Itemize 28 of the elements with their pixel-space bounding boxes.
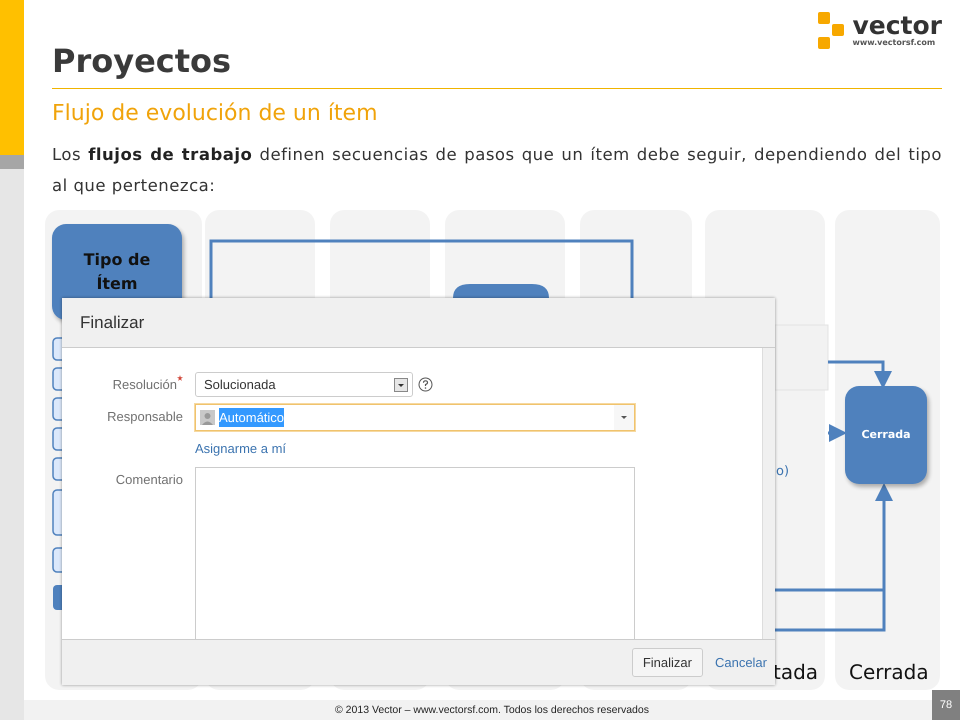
select-field[interactable]: Solucionada <box>195 372 413 397</box>
cancel-link[interactable]: Cancelar <box>714 652 767 672</box>
link-fragment: o) <box>776 463 790 481</box>
connector-arrow <box>828 360 892 389</box>
field-label: Responsable <box>107 408 183 426</box>
footer-text: © 2013 Vector – www.vectorsf.com. Todos los derechos reservados <box>335 704 649 716</box>
slide-title: Proyectos <box>52 41 232 82</box>
help-icon[interactable] <box>418 377 433 392</box>
flow-node: Cerrada <box>845 386 927 484</box>
slide-subtitle: Flujo de evolución de un ítem <box>52 100 379 128</box>
field-label: Resolución <box>112 376 177 394</box>
column-label: Cerrada <box>849 660 929 684</box>
avatar-icon <box>200 410 215 425</box>
logo-url: www.vectorsf.com <box>852 38 936 48</box>
dropdown-icon[interactable] <box>394 378 408 392</box>
logo-name: vector <box>852 14 942 38</box>
finish-button[interactable]: Finalizar <box>632 648 703 678</box>
column-label: tada <box>773 660 818 684</box>
assign-link[interactable]: Asignarme a mí <box>195 438 286 460</box>
field-label: Comentario <box>116 471 183 489</box>
scrollbar[interactable] <box>762 348 775 639</box>
connector-arrow <box>828 424 847 442</box>
intro-paragraph: Los flujos de trabajo definen secuencias de pasos que un ítem debe seguir, dependiendo del tipo al que pertenezca: <box>52 144 942 197</box>
page-number: 78 <box>932 690 960 720</box>
required-icon <box>177 375 183 381</box>
caret-icon[interactable] <box>614 405 634 430</box>
user-picker-field[interactable]: Automático <box>195 404 635 431</box>
logo-icon <box>818 12 846 50</box>
